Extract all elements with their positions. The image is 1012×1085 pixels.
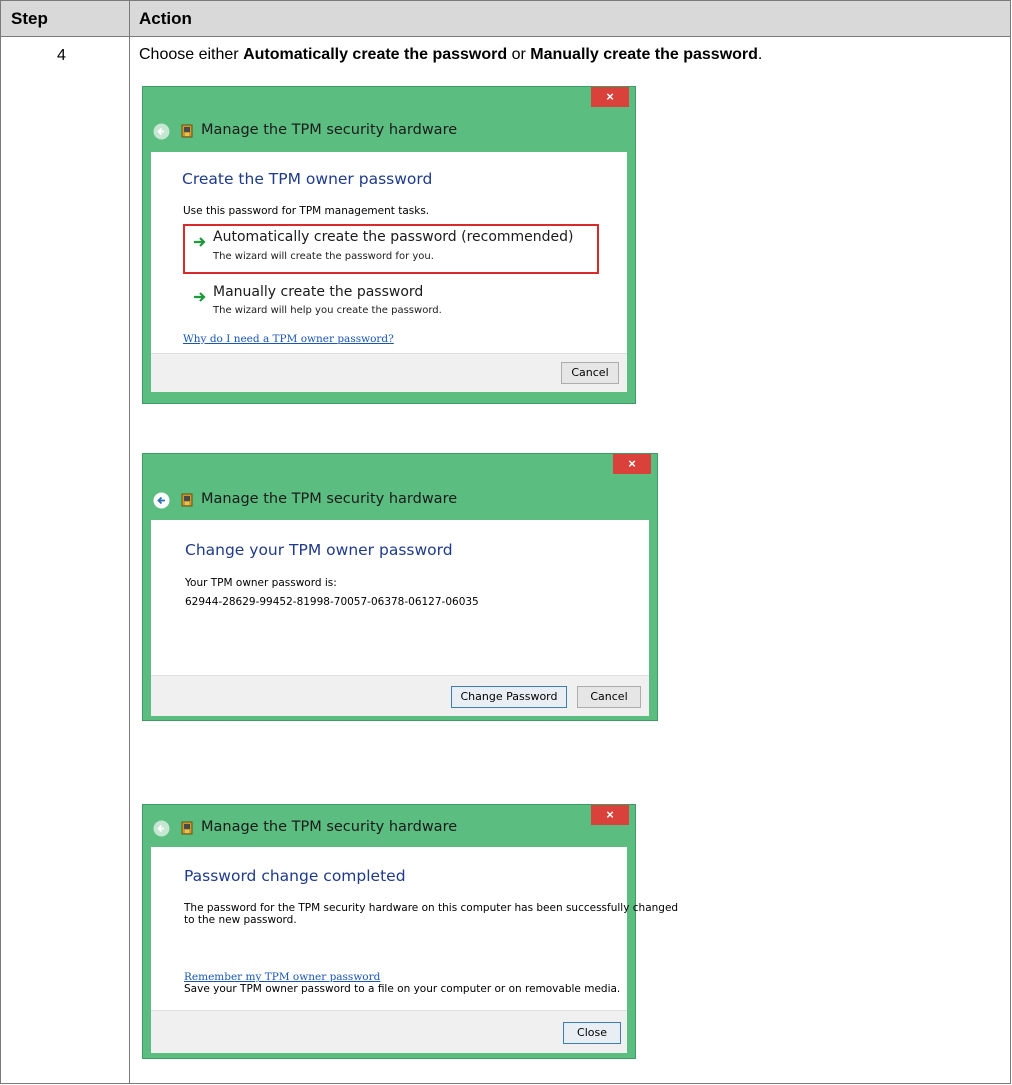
dialog-description: Use this password for TPM management tas… <box>183 205 430 217</box>
cancel-button[interactable]: Cancel <box>561 362 619 384</box>
instruction-middle: or <box>507 46 531 63</box>
option-automatic[interactable]: Automatically create the password (recom… <box>183 224 599 274</box>
dialog-footer: Cancel <box>151 353 627 392</box>
green-arrow-icon <box>193 235 207 247</box>
step-table: Step Action 4 Choose either Automaticall… <box>0 0 1011 1084</box>
option-manual-subtitle: The wizard will help you create the pass… <box>213 305 442 316</box>
back-arrow-icon[interactable] <box>153 820 170 837</box>
dialog-password-completed: × Manage the TPM security hardware Passw… <box>142 804 678 1059</box>
remember-password-note: Save your TPM owner password to a file o… <box>184 983 621 995</box>
password-value: 62944-28629-99452-81998-70057-06378-0612… <box>185 596 479 608</box>
option-automatic-subtitle: The wizard will create the password for … <box>213 251 434 262</box>
dialog-content: Password change completed The password f… <box>151 847 678 1010</box>
column-divider <box>129 1 130 1083</box>
instruction-suffix: . <box>757 46 763 63</box>
dialog-content: Change your TPM owner password Your TPM … <box>151 520 649 675</box>
completion-message-line2: to the new password. <box>184 914 297 926</box>
dialog-heading: Change your TPM owner password <box>185 541 453 559</box>
dialog-create-password: × Manage the TPM security hardware Creat… <box>142 86 636 404</box>
dialog-footer: Close <box>151 1010 627 1053</box>
header-action: Action <box>139 9 192 28</box>
dialog-footer: Change Password Cancel <box>151 675 649 716</box>
completion-message-line1: The password for the TPM security hardwa… <box>184 902 679 914</box>
cancel-button[interactable]: Cancel <box>577 686 641 708</box>
dialog-title: Manage the TPM security hardware <box>201 491 458 507</box>
dialog-title: Manage the TPM security hardware <box>201 819 458 835</box>
dialog-titlebar: Manage the TPM security hardware <box>143 87 635 152</box>
tpm-chip-icon <box>179 820 195 836</box>
dialog-heading: Password change completed <box>184 867 406 885</box>
dialog-title: Manage the TPM security hardware <box>201 122 458 138</box>
dialog-content: Create the TPM owner password Use this p… <box>151 152 627 353</box>
step-number: 4 <box>57 47 66 64</box>
option-automatic-title: Automatically create the password (recom… <box>213 229 574 245</box>
option-manual-title: Manually create the password <box>213 284 424 300</box>
option-manual[interactable]: Manually create the password The wizard … <box>183 284 599 328</box>
instruction-option-a: Automatically create the password <box>243 46 508 63</box>
green-arrow-icon <box>193 290 207 302</box>
dialog-change-password: × Manage the TPM security hardware Chang… <box>142 453 658 721</box>
instruction-option-b: Manually create the password <box>530 46 758 63</box>
remember-password-link[interactable]: Remember my TPM owner password <box>184 971 380 983</box>
dialog-titlebar: Manage the TPM security hardware <box>143 454 657 520</box>
tpm-chip-icon <box>179 492 195 508</box>
change-password-button[interactable]: Change Password <box>451 686 567 708</box>
dialog-heading: Create the TPM owner password <box>182 170 433 188</box>
tpm-chip-icon <box>179 123 195 139</box>
step-instruction: Choose either Automatically create the p… <box>139 46 762 64</box>
dialog-titlebar: Manage the TPM security hardware <box>143 805 635 851</box>
back-arrow-icon[interactable] <box>153 123 170 140</box>
back-arrow-icon[interactable] <box>153 492 170 509</box>
close-button[interactable]: Close <box>563 1022 621 1044</box>
table-header: Step Action <box>1 1 1010 37</box>
instruction-prefix: Choose either <box>139 46 244 63</box>
help-link[interactable]: Why do I need a TPM owner password? <box>183 333 394 345</box>
password-label: Your TPM owner password is: <box>185 577 337 589</box>
header-step: Step <box>11 9 48 28</box>
